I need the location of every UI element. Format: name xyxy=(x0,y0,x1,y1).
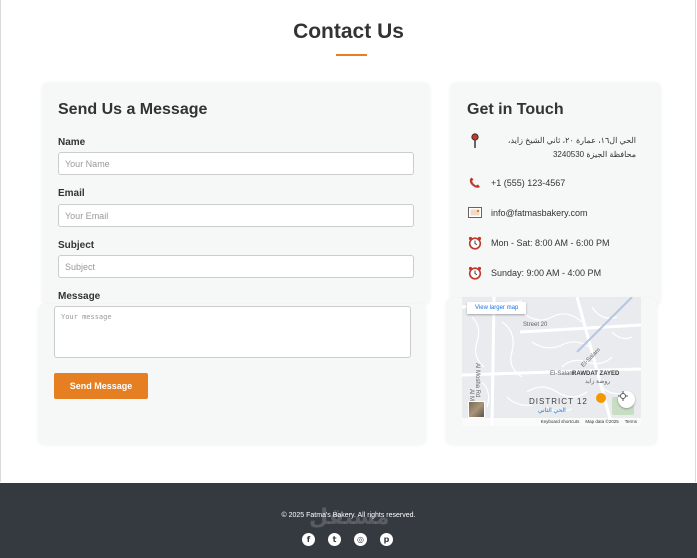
alarm-clock-icon xyxy=(467,266,482,280)
page-title: Contact Us xyxy=(293,20,404,43)
email-row: info@fatmasbakery.com xyxy=(467,206,588,220)
alarm-clock-icon xyxy=(467,236,482,250)
pinterest-icon[interactable]: p xyxy=(380,533,393,546)
copyright-text: © 2025 Fatma's Bakery. All rights reserv… xyxy=(281,512,416,519)
name-label: Name xyxy=(58,137,86,148)
name-input[interactable] xyxy=(58,152,414,175)
sunday-hours-row: Sunday: 9:00 AM - 4:00 PM xyxy=(467,266,601,280)
subject-input[interactable] xyxy=(58,255,414,278)
social-links: f t ◎ p xyxy=(302,533,393,546)
contact-info-title: Get in Touch xyxy=(467,101,564,118)
email-icon xyxy=(467,206,482,219)
weekday-hours-text: Mon - Sat: 8:00 AM - 6:00 PM xyxy=(491,238,610,248)
map-label-district-ar: الحي الثاني xyxy=(538,408,566,414)
address-text: الحي ال١٦، عمارة ٢٠، ثاني الشيخ زايد، مح… xyxy=(507,136,636,159)
phone-text: +1 (555) 123-4567 xyxy=(491,178,566,188)
map-label-al-mosh-rd: Al Mosha Rd xyxy=(474,363,480,398)
page-frame-left xyxy=(0,0,1,482)
phone-icon xyxy=(467,176,482,189)
send-message-button[interactable]: Send Message xyxy=(54,373,148,399)
map-data-credit: Map data ©2025 xyxy=(585,419,619,424)
email-text: info@fatmasbakery.com xyxy=(491,208,588,218)
map-label-district: DISTRICT 12 xyxy=(529,397,588,406)
page-frame-right xyxy=(695,0,696,482)
map-satellite-toggle[interactable] xyxy=(468,401,485,418)
instagram-icon[interactable]: ◎ xyxy=(354,533,367,546)
map-label-rawdat-zayed: RAWDAT ZAYED xyxy=(572,371,620,377)
twitter-icon[interactable]: t xyxy=(328,533,341,546)
location-pin-icon xyxy=(467,132,482,148)
subject-label: Subject xyxy=(58,240,95,251)
map-terms-link[interactable]: Terms xyxy=(625,419,637,425)
facebook-icon[interactable]: f xyxy=(302,533,315,546)
address-row: الحي ال١٦، عمارة ٢٠، ثاني الشيخ زايد، مح… xyxy=(467,132,636,162)
weekday-hours-row: Mon - Sat: 8:00 AM - 6:00 PM xyxy=(467,236,610,250)
message-label: Message xyxy=(58,291,101,302)
message-textarea[interactable] xyxy=(54,306,411,358)
map-label-street20: Street 20 xyxy=(523,322,548,328)
map-attribution: Keyboard shortcuts Map data ©2025 Terms xyxy=(462,418,641,426)
email-input[interactable] xyxy=(58,204,414,227)
map-locate-icon[interactable] xyxy=(618,391,635,408)
sunday-hours-text: Sunday: 9:00 AM - 4:00 PM xyxy=(491,268,602,278)
email-label: Email xyxy=(58,188,85,199)
map-place-pin-icon[interactable] xyxy=(596,393,606,403)
title-underline xyxy=(336,54,367,56)
map-label-rawdat-zayed-ar: روضة زايد xyxy=(585,379,611,385)
map-label-elsalam: El-Salam xyxy=(550,371,575,377)
embedded-map[interactable]: View larger map Street 20 El-Salam El-Sa… xyxy=(462,297,641,426)
form-title: Send Us a Message xyxy=(58,101,208,118)
site-footer: مستقل © 2025 Fatma's Bakery. All rights … xyxy=(0,483,697,558)
view-larger-map-link[interactable]: View larger map xyxy=(467,302,527,314)
phone-row: +1 (555) 123-4567 xyxy=(467,176,565,190)
map-keyboard-shortcuts[interactable]: Keyboard shortcuts xyxy=(541,419,580,425)
